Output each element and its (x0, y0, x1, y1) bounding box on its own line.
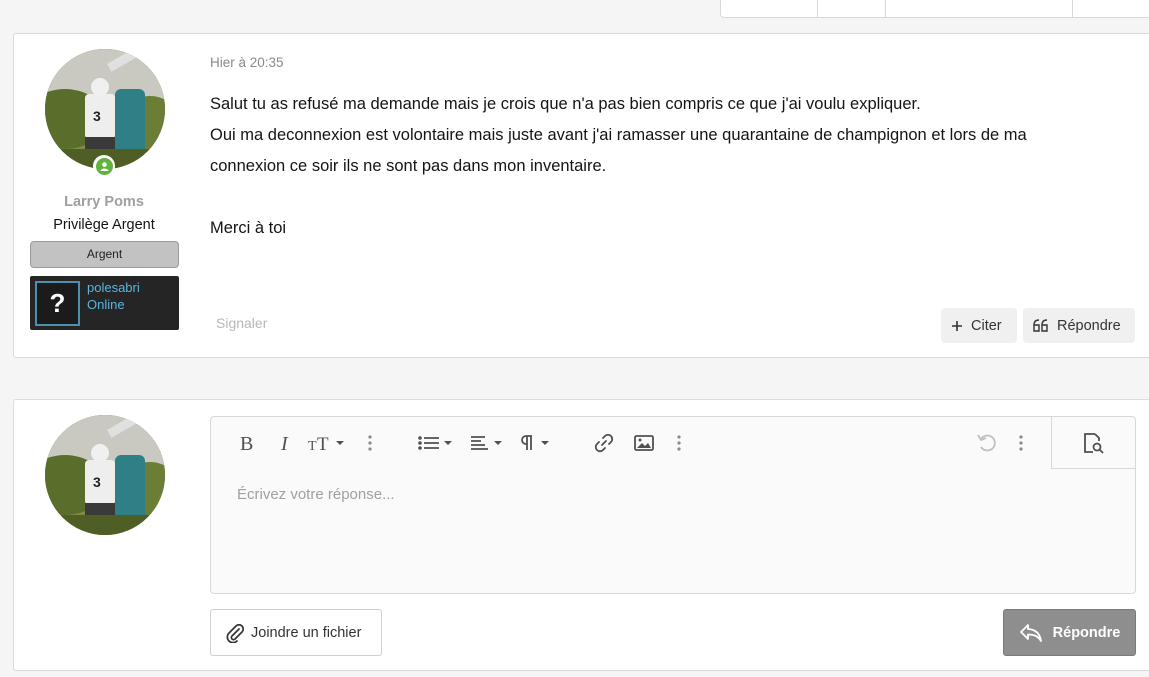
online-status-icon (93, 155, 115, 177)
username[interactable]: Larry Poms (14, 194, 194, 210)
editor-toolbar: B I TT (211, 417, 1136, 469)
list-icon[interactable] (417, 431, 457, 455)
more-vertical-icon[interactable] (672, 431, 686, 455)
text-size-icon[interactable]: TT (307, 431, 347, 455)
attach-file-button[interactable]: Joindre un fichier (210, 609, 382, 656)
toolbar-segment[interactable] (721, 0, 818, 17)
reply-button[interactable]: Répondre (1023, 308, 1135, 343)
editor-placeholder[interactable]: Écrivez votre réponse... (237, 486, 395, 503)
align-icon[interactable] (469, 431, 509, 455)
user-banner: Argent (30, 241, 179, 268)
italic-icon[interactable]: I (275, 431, 297, 455)
paragraph-icon[interactable] (519, 431, 555, 455)
message-line: connexion ce soir ils ne sont pas dans m… (210, 157, 607, 175)
steam-profile-card[interactable]: ? polesabri Online (30, 276, 179, 330)
quote-button-label: Citer (971, 317, 1002, 334)
message-date[interactable]: Hier à 20:35 (210, 55, 284, 70)
avatar[interactable]: 3 (45, 415, 165, 535)
toolbar-segment[interactable] (818, 0, 886, 17)
report-link[interactable]: Signaler (216, 315, 267, 331)
svg-text:T: T (308, 439, 317, 452)
plus-icon (951, 320, 963, 332)
svg-text:T: T (317, 434, 329, 452)
quote-marks-icon (1033, 319, 1049, 332)
submit-reply-label: Répondre (1052, 624, 1121, 641)
avatar[interactable]: 3 (45, 49, 165, 169)
reply-arrow-icon (1019, 623, 1043, 643)
message-line: Salut tu as refusé ma demande mais je cr… (210, 95, 921, 113)
message-line-blank (210, 182, 1110, 213)
quick-reply-form: 3 B I TT Écrivez votre réponse... Joindr… (13, 399, 1149, 671)
preview-icon[interactable] (1081, 431, 1105, 455)
toolbar-segment[interactable] (1073, 0, 1149, 17)
rich-text-editor[interactable]: B I TT Écrivez votre réponse... (210, 416, 1136, 594)
svg-text:I: I (280, 434, 289, 452)
more-vertical-icon[interactable] (363, 431, 377, 455)
link-icon[interactable] (593, 431, 615, 455)
message-body: Salut tu as refusé ma demande mais je cr… (210, 89, 1110, 244)
svg-text:3: 3 (93, 474, 101, 490)
paperclip-icon (225, 623, 245, 643)
attach-file-label: Joindre un fichier (251, 624, 362, 641)
steam-avatar: ? (35, 281, 80, 326)
message-post: 3 Larry Poms Privilège Argent Argent ? p… (13, 33, 1149, 358)
toolbar-divider (1051, 468, 1136, 469)
steam-status: Online (87, 297, 125, 312)
more-vertical-icon[interactable] (1014, 431, 1028, 455)
message-line: Oui ma deconnexion est volontaire mais j… (210, 126, 1027, 144)
steam-name: polesabri (87, 280, 140, 295)
submit-reply-button[interactable]: Répondre (1003, 609, 1136, 656)
bold-icon[interactable]: B (235, 431, 259, 455)
undo-icon[interactable] (975, 431, 999, 455)
quote-button[interactable]: Citer (941, 308, 1017, 343)
image-icon[interactable] (633, 431, 655, 455)
toolbar-divider (1051, 417, 1052, 468)
message-line: Merci à toi (210, 219, 287, 237)
svg-text:3: 3 (93, 108, 101, 124)
reply-button-label: Répondre (1057, 317, 1121, 334)
toolbar-segment[interactable] (886, 0, 1073, 17)
svg-text:B: B (240, 434, 253, 452)
top-toolbar (720, 0, 1149, 18)
user-title: Privilège Argent (53, 217, 155, 233)
message-user-column: 3 Larry Poms Privilège Argent Argent ? p… (14, 34, 194, 357)
